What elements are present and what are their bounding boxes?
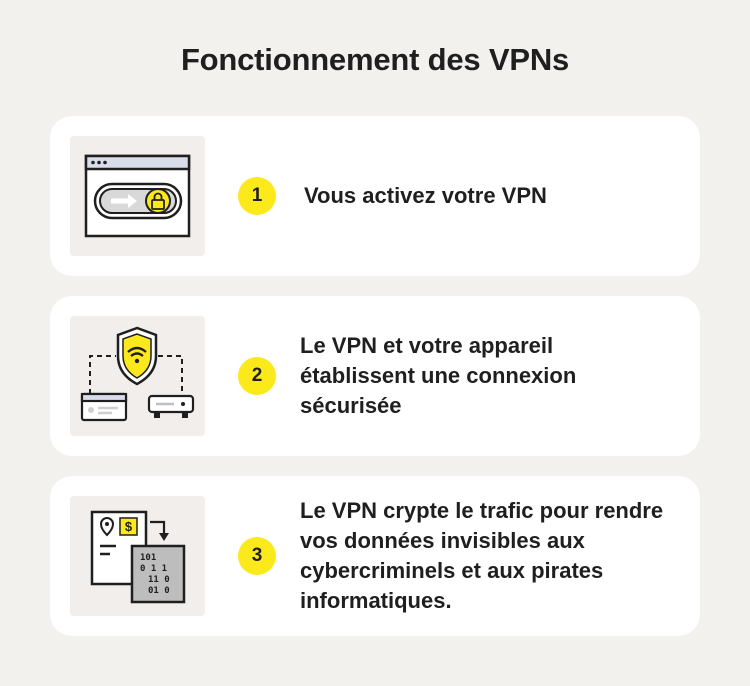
step-2-illustration bbox=[70, 316, 205, 436]
binary-row: 0 1 1 bbox=[140, 564, 167, 574]
step-number-badge: 2 bbox=[238, 357, 276, 395]
page-title: Fonctionnement des VPNs bbox=[180, 42, 570, 77]
step-1-illustration bbox=[70, 136, 205, 256]
binary-row: 01 0 bbox=[148, 586, 170, 596]
step-card-2: 2 Le VPN et votre appareil établissent u… bbox=[50, 296, 700, 456]
step-card-1: 1 Vous activez votre VPN bbox=[50, 116, 700, 276]
step-number-badge: 1 bbox=[238, 177, 276, 215]
step-3-illustration: $ 101 0 1 1 11 0 01 0 bbox=[70, 496, 205, 616]
step-description: Le VPN et votre appareil établissent une… bbox=[300, 333, 577, 418]
data-encryption-icon: $ 101 0 1 1 11 0 01 0 bbox=[90, 510, 186, 604]
step-card-3: $ 101 0 1 1 11 0 01 0 3 Le VPN crypte le… bbox=[50, 476, 700, 636]
currency-symbol: $ bbox=[125, 519, 133, 534]
browser-vpn-toggle-icon bbox=[84, 154, 191, 238]
binary-row: 101 bbox=[140, 553, 156, 563]
step-description: Vous activez votre VPN bbox=[304, 183, 547, 208]
binary-row: 11 0 bbox=[148, 575, 170, 585]
step-description: Le VPN crypte le trafic pour rendre vos … bbox=[300, 498, 664, 613]
shield-wifi-connection-icon bbox=[80, 326, 195, 422]
step-number-badge: 3 bbox=[238, 537, 276, 575]
